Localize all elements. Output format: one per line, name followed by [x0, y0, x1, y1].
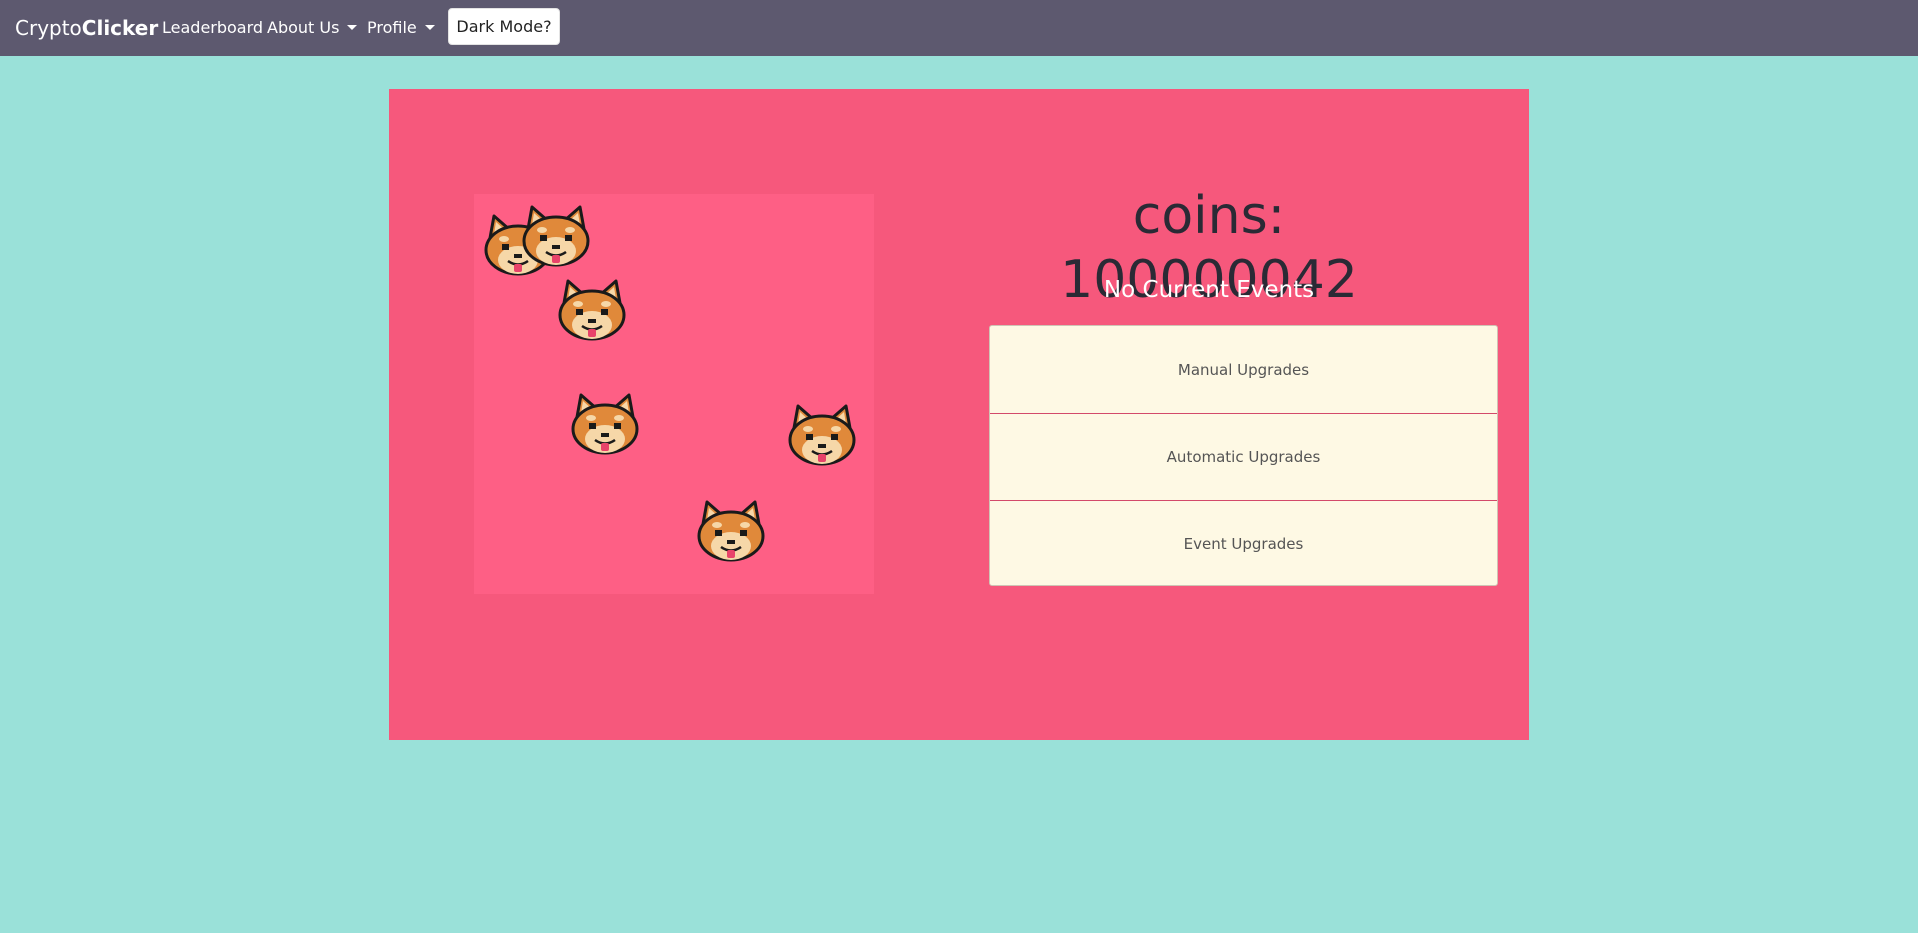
automatic-upgrades-button[interactable]: Automatic Upgrades — [990, 413, 1497, 500]
top-navbar: CryptoClicker Leaderboard About Us Profi… — [0, 0, 1918, 56]
brand-logo[interactable]: CryptoClicker — [15, 15, 158, 41]
shiba-inu-icon[interactable] — [695, 498, 767, 564]
chevron-down-icon — [347, 25, 358, 30]
brand-light-text: Crypto — [15, 16, 82, 40]
nav-about-label: About Us — [267, 18, 340, 37]
nav-leaderboard-link[interactable]: Leaderboard — [162, 18, 263, 38]
brand-bold-text: Clicker — [81, 16, 159, 40]
doge-click-area[interactable] — [474, 194, 874, 594]
nav-profile-dropdown[interactable]: Profile — [367, 18, 435, 38]
events-status: No Current Events — [1103, 277, 1315, 303]
nav-profile-label: Profile — [367, 18, 417, 37]
nav-about-dropdown[interactable]: About Us — [267, 18, 358, 38]
chevron-down-icon — [424, 25, 435, 30]
game-panel: coins: 100000042 No Current Events Manua… — [389, 89, 1529, 740]
dark-mode-button[interactable]: Dark Mode? — [448, 8, 560, 45]
event-upgrades-button[interactable]: Event Upgrades — [990, 500, 1497, 585]
manual-upgrades-button[interactable]: Manual Upgrades — [990, 326, 1497, 413]
shiba-inu-icon[interactable] — [569, 391, 641, 457]
shiba-inu-icon[interactable] — [786, 402, 858, 468]
shiba-inu-icon[interactable] — [520, 203, 592, 269]
upgrades-list: Manual Upgrades Automatic Upgrades Event… — [989, 325, 1498, 586]
shiba-inu-icon[interactable] — [556, 277, 628, 343]
